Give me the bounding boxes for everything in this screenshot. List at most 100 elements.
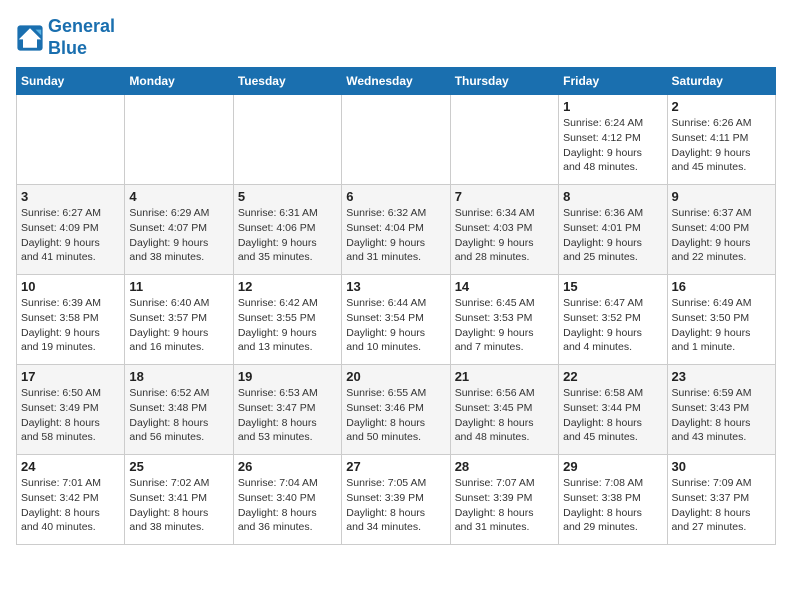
calendar-week-row: 10 Sunrise: 6:39 AM Sunset: 3:58 PM Dayli… xyxy=(17,275,776,365)
calendar-cell: 25 Sunrise: 7:02 AM Sunset: 3:41 PM Dayli… xyxy=(125,455,233,545)
day-number: 21 xyxy=(455,369,554,384)
calendar: SundayMondayTuesdayWednesdayThursdayFrid… xyxy=(16,67,776,545)
calendar-cell: 21 Sunrise: 6:56 AM Sunset: 3:45 PM Dayli… xyxy=(450,365,558,455)
day-info: Sunrise: 7:07 AM Sunset: 3:39 PM Dayligh… xyxy=(455,476,554,535)
calendar-cell: 1Sunrise: 6:24 AM Sunset: 4:12 PM Daylig… xyxy=(559,95,667,185)
day-number: 5 xyxy=(238,189,337,204)
day-info: Sunrise: 7:02 AM Sunset: 3:41 PM Dayligh… xyxy=(129,476,228,535)
calendar-cell: 26 Sunrise: 7:04 AM Sunset: 3:40 PM Dayli… xyxy=(233,455,341,545)
day-number: 10 xyxy=(21,279,120,294)
weekday-header: Wednesday xyxy=(342,68,450,95)
day-info: Sunrise: 7:09 AM Sunset: 3:37 PM Dayligh… xyxy=(672,476,771,535)
calendar-cell: 18 Sunrise: 6:52 AM Sunset: 3:48 PM Dayli… xyxy=(125,365,233,455)
day-number: 8 xyxy=(563,189,662,204)
day-info: Sunrise: 6:36 AM Sunset: 4:01 PM Dayligh… xyxy=(563,206,662,265)
calendar-cell: 22 Sunrise: 6:58 AM Sunset: 3:44 PM Dayli… xyxy=(559,365,667,455)
day-number: 20 xyxy=(346,369,445,384)
calendar-cell: 15Sunrise: 6:47 AM Sunset: 3:52 PM Dayli… xyxy=(559,275,667,365)
day-info: Sunrise: 6:34 AM Sunset: 4:03 PM Dayligh… xyxy=(455,206,554,265)
day-info: Sunrise: 6:59 AM Sunset: 3:43 PM Dayligh… xyxy=(672,386,771,445)
calendar-cell: 30 Sunrise: 7:09 AM Sunset: 3:37 PM Dayli… xyxy=(667,455,775,545)
day-number: 27 xyxy=(346,459,445,474)
logo-icon xyxy=(16,24,44,52)
calendar-week-row: 1Sunrise: 6:24 AM Sunset: 4:12 PM Daylig… xyxy=(17,95,776,185)
weekday-header: Monday xyxy=(125,68,233,95)
calendar-week-row: 3 Sunrise: 6:27 AM Sunset: 4:09 PM Daylig… xyxy=(17,185,776,275)
day-info: Sunrise: 6:52 AM Sunset: 3:48 PM Dayligh… xyxy=(129,386,228,445)
calendar-cell: 16 Sunrise: 6:49 AM Sunset: 3:50 PM Dayli… xyxy=(667,275,775,365)
calendar-week-row: 24 Sunrise: 7:01 AM Sunset: 3:42 PM Dayli… xyxy=(17,455,776,545)
day-info: Sunrise: 6:45 AM Sunset: 3:53 PM Dayligh… xyxy=(455,296,554,355)
calendar-cell xyxy=(342,95,450,185)
calendar-cell: 19 Sunrise: 6:53 AM Sunset: 3:47 PM Dayli… xyxy=(233,365,341,455)
day-number: 24 xyxy=(21,459,120,474)
day-info: Sunrise: 6:39 AM Sunset: 3:58 PM Dayligh… xyxy=(21,296,120,355)
day-info: Sunrise: 7:05 AM Sunset: 3:39 PM Dayligh… xyxy=(346,476,445,535)
day-number: 18 xyxy=(129,369,228,384)
day-info: Sunrise: 6:56 AM Sunset: 3:45 PM Dayligh… xyxy=(455,386,554,445)
calendar-cell: 20 Sunrise: 6:55 AM Sunset: 3:46 PM Dayli… xyxy=(342,365,450,455)
calendar-cell: 8 Sunrise: 6:36 AM Sunset: 4:01 PM Daylig… xyxy=(559,185,667,275)
day-number: 23 xyxy=(672,369,771,384)
day-info: Sunrise: 6:32 AM Sunset: 4:04 PM Dayligh… xyxy=(346,206,445,265)
day-info: Sunrise: 7:08 AM Sunset: 3:38 PM Dayligh… xyxy=(563,476,662,535)
day-info: Sunrise: 6:47 AM Sunset: 3:52 PM Dayligh… xyxy=(563,296,662,355)
day-info: Sunrise: 6:40 AM Sunset: 3:57 PM Dayligh… xyxy=(129,296,228,355)
day-info: Sunrise: 6:29 AM Sunset: 4:07 PM Dayligh… xyxy=(129,206,228,265)
calendar-cell: 12 Sunrise: 6:42 AM Sunset: 3:55 PM Dayli… xyxy=(233,275,341,365)
calendar-cell: 4 Sunrise: 6:29 AM Sunset: 4:07 PM Daylig… xyxy=(125,185,233,275)
calendar-cell: 9Sunrise: 6:37 AM Sunset: 4:00 PM Daylig… xyxy=(667,185,775,275)
day-number: 7 xyxy=(455,189,554,204)
day-number: 19 xyxy=(238,369,337,384)
day-info: Sunrise: 6:44 AM Sunset: 3:54 PM Dayligh… xyxy=(346,296,445,355)
calendar-cell: 23 Sunrise: 6:59 AM Sunset: 3:43 PM Dayli… xyxy=(667,365,775,455)
day-number: 26 xyxy=(238,459,337,474)
day-number: 14 xyxy=(455,279,554,294)
day-number: 2 xyxy=(672,99,771,114)
day-info: Sunrise: 6:53 AM Sunset: 3:47 PM Dayligh… xyxy=(238,386,337,445)
day-number: 11 xyxy=(129,279,228,294)
calendar-cell: 11 Sunrise: 6:40 AM Sunset: 3:57 PM Dayli… xyxy=(125,275,233,365)
calendar-cell: 10 Sunrise: 6:39 AM Sunset: 3:58 PM Dayli… xyxy=(17,275,125,365)
calendar-cell: 27 Sunrise: 7:05 AM Sunset: 3:39 PM Dayli… xyxy=(342,455,450,545)
day-number: 25 xyxy=(129,459,228,474)
day-number: 13 xyxy=(346,279,445,294)
day-info: Sunrise: 6:49 AM Sunset: 3:50 PM Dayligh… xyxy=(672,296,771,355)
calendar-cell: 17 Sunrise: 6:50 AM Sunset: 3:49 PM Dayli… xyxy=(17,365,125,455)
calendar-cell: 29Sunrise: 7:08 AM Sunset: 3:38 PM Dayli… xyxy=(559,455,667,545)
calendar-cell xyxy=(450,95,558,185)
day-number: 28 xyxy=(455,459,554,474)
day-info: Sunrise: 6:50 AM Sunset: 3:49 PM Dayligh… xyxy=(21,386,120,445)
weekday-header: Sunday xyxy=(17,68,125,95)
day-info: Sunrise: 6:58 AM Sunset: 3:44 PM Dayligh… xyxy=(563,386,662,445)
page-header: General Blue xyxy=(16,16,776,59)
calendar-cell: 5Sunrise: 6:31 AM Sunset: 4:06 PM Daylig… xyxy=(233,185,341,275)
day-number: 4 xyxy=(129,189,228,204)
calendar-cell: 13 Sunrise: 6:44 AM Sunset: 3:54 PM Dayli… xyxy=(342,275,450,365)
day-number: 17 xyxy=(21,369,120,384)
day-info: Sunrise: 7:04 AM Sunset: 3:40 PM Dayligh… xyxy=(238,476,337,535)
day-info: Sunrise: 6:27 AM Sunset: 4:09 PM Dayligh… xyxy=(21,206,120,265)
day-number: 16 xyxy=(672,279,771,294)
calendar-week-row: 17 Sunrise: 6:50 AM Sunset: 3:49 PM Dayli… xyxy=(17,365,776,455)
day-number: 12 xyxy=(238,279,337,294)
logo: General Blue xyxy=(16,16,115,59)
day-info: Sunrise: 6:55 AM Sunset: 3:46 PM Dayligh… xyxy=(346,386,445,445)
day-number: 3 xyxy=(21,189,120,204)
logo-text: General Blue xyxy=(48,16,115,59)
calendar-cell: 3 Sunrise: 6:27 AM Sunset: 4:09 PM Daylig… xyxy=(17,185,125,275)
day-info: Sunrise: 7:01 AM Sunset: 3:42 PM Dayligh… xyxy=(21,476,120,535)
weekday-header: Saturday xyxy=(667,68,775,95)
calendar-cell: 6Sunrise: 6:32 AM Sunset: 4:04 PM Daylig… xyxy=(342,185,450,275)
weekday-header: Thursday xyxy=(450,68,558,95)
day-info: Sunrise: 6:42 AM Sunset: 3:55 PM Dayligh… xyxy=(238,296,337,355)
calendar-cell: 2Sunrise: 6:26 AM Sunset: 4:11 PM Daylig… xyxy=(667,95,775,185)
calendar-cell: 7 Sunrise: 6:34 AM Sunset: 4:03 PM Daylig… xyxy=(450,185,558,275)
day-number: 22 xyxy=(563,369,662,384)
weekday-header: Tuesday xyxy=(233,68,341,95)
day-number: 30 xyxy=(672,459,771,474)
calendar-header-row: SundayMondayTuesdayWednesdayThursdayFrid… xyxy=(17,68,776,95)
calendar-cell xyxy=(125,95,233,185)
day-number: 1 xyxy=(563,99,662,114)
calendar-cell: 24 Sunrise: 7:01 AM Sunset: 3:42 PM Dayli… xyxy=(17,455,125,545)
